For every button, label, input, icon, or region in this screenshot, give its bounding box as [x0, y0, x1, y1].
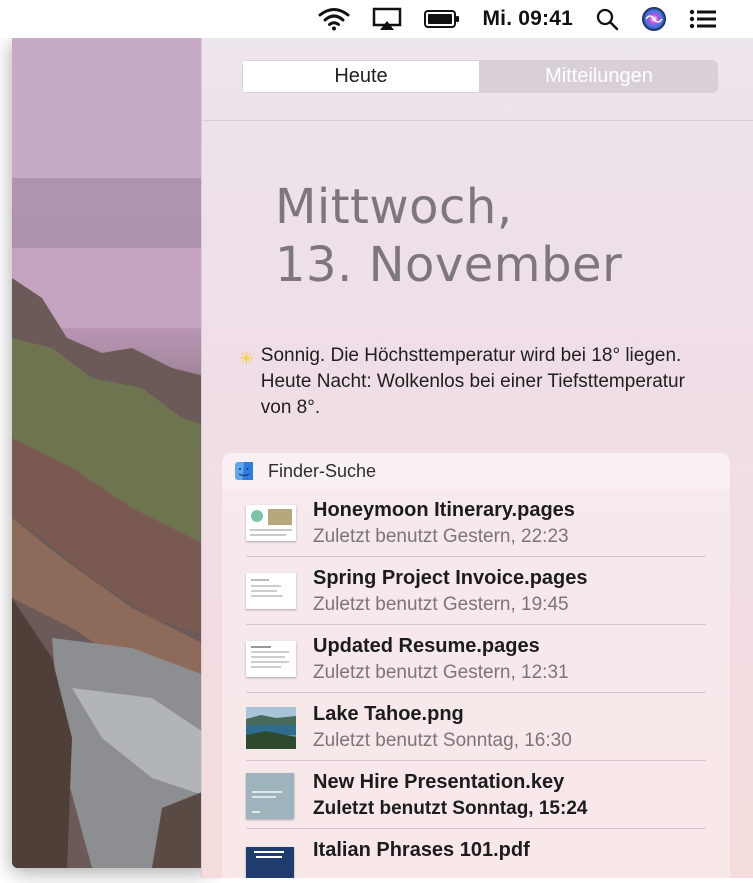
file-last-used: Zuletzt benutzt Sonntag, 16:30 [313, 730, 572, 751]
finder-result-row[interactable]: Spring Project Invoice.pages Zuletzt ben… [222, 557, 730, 625]
file-last-used: Zuletzt benutzt Gestern, 19:45 [313, 594, 569, 615]
battery-icon[interactable] [424, 0, 460, 38]
file-name: Honeymoon Itinerary.pages [313, 499, 575, 521]
finder-result-row[interactable]: Honeymoon Itinerary.pages Zuletzt benutz… [222, 489, 730, 557]
menu-bar: Mi. 09:41 [0, 0, 753, 38]
pages-document-thumbnail [246, 639, 296, 679]
file-name: Spring Project Invoice.pages [313, 567, 588, 589]
file-last-used: Zuletzt benutzt Gestern, 12:31 [313, 662, 569, 683]
finder-widget-header[interactable]: Finder-Suche [222, 453, 730, 489]
menubar-clock[interactable]: Mi. 09:41 [482, 0, 573, 38]
file-name: Lake Tahoe.png [313, 703, 464, 725]
finder-result-row[interactable]: New Hire Presentation.key Zuletzt benutz… [222, 761, 730, 829]
finder-result-row[interactable]: Lake Tahoe.png Zuletzt benutzt Sonntag, … [222, 693, 730, 761]
wifi-icon[interactable] [318, 0, 350, 38]
notification-center-icon[interactable] [689, 0, 717, 38]
keynote-document-thumbnail [246, 773, 296, 819]
finder-icon [235, 462, 253, 480]
file-last-used: Zuletzt benutzt Gestern, 22:23 [313, 526, 569, 547]
view-switcher: Heute Mitteilungen [242, 60, 718, 93]
date-weekday: Mittwoch, [275, 179, 513, 235]
finder-result-row[interactable]: Italian Phrases 101.pdf [222, 829, 730, 878]
finder-result-row[interactable]: Updated Resume.pages Zuletzt benutzt Ges… [222, 625, 730, 693]
tab-heute[interactable]: Heute [242, 60, 480, 93]
today-date: Mittwoch, 13. November [275, 178, 622, 294]
airplay-icon[interactable] [372, 0, 402, 38]
date-day: 13. November [275, 237, 623, 293]
pages-document-thumbnail [246, 571, 296, 611]
file-name: Updated Resume.pages [313, 635, 540, 657]
image-thumbnail [246, 707, 296, 749]
file-last-used: Zuletzt benutzt Sonntag, 15:24 [313, 798, 588, 819]
header-divider [202, 120, 753, 121]
notification-center-panel: Heute Mitteilungen Mittwoch, 13. Novembe… [201, 38, 753, 878]
pages-document-thumbnail [246, 503, 296, 543]
file-name: New Hire Presentation.key [313, 771, 565, 793]
search-icon[interactable] [595, 0, 619, 38]
finder-widget-title: Finder-Suche [268, 460, 377, 481]
weather-text: Sonnig. Die Höchsttemperatur wird bei 18… [260, 345, 685, 418]
desktop-wallpaper [12, 38, 212, 868]
pdf-document-thumbnail [246, 843, 296, 878]
siri-icon[interactable] [641, 0, 667, 38]
tab-mitteilungen[interactable]: Mitteilungen [480, 60, 718, 93]
file-name: Italian Phrases 101.pdf [313, 839, 530, 861]
sun-icon [240, 351, 253, 365]
finder-search-widget: Finder-Suche Honeymoon Itinerary.pages Z… [222, 453, 730, 878]
weather-summary: Sonnig. Die Höchsttemperatur wird bei 18… [240, 343, 710, 421]
